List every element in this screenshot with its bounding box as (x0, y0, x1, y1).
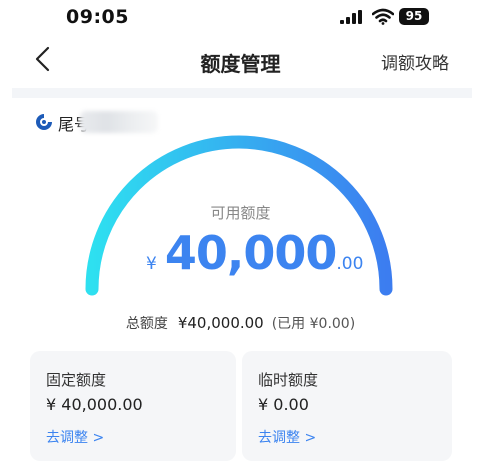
card-value: ¥ 0.00 (258, 395, 309, 414)
available-label: 可用额度 (210, 204, 271, 222)
fixed-limit-card: 固定额度 ¥ 40,000.00 去调整 > (30, 351, 236, 461)
available-decimal: .00 (336, 254, 364, 274)
used-amount: (已用 ¥0.00) (271, 316, 356, 332)
currency-symbol: ¥ (146, 254, 157, 274)
total-value: ¥40,000.00 (177, 314, 264, 332)
total-label: 总额度 (125, 316, 168, 332)
total-limit-row: 总额度 ¥40,000.00 (已用 ¥0.00) (0, 313, 481, 333)
adjust-temporary-limit-link[interactable]: 去调整 > (258, 427, 316, 447)
card-value: ¥ 40,000.00 (46, 395, 143, 414)
card-title: 固定额度 (46, 371, 107, 389)
available-integer: 40,000 (164, 226, 338, 280)
card-title: 临时额度 (258, 371, 319, 389)
adjust-fixed-limit-link[interactable]: 去调整 > (46, 427, 104, 447)
available-amount: ¥40,000.00 (146, 226, 363, 280)
temporary-limit-card: 临时额度 ¥ 0.00 去调整 > (242, 351, 452, 461)
